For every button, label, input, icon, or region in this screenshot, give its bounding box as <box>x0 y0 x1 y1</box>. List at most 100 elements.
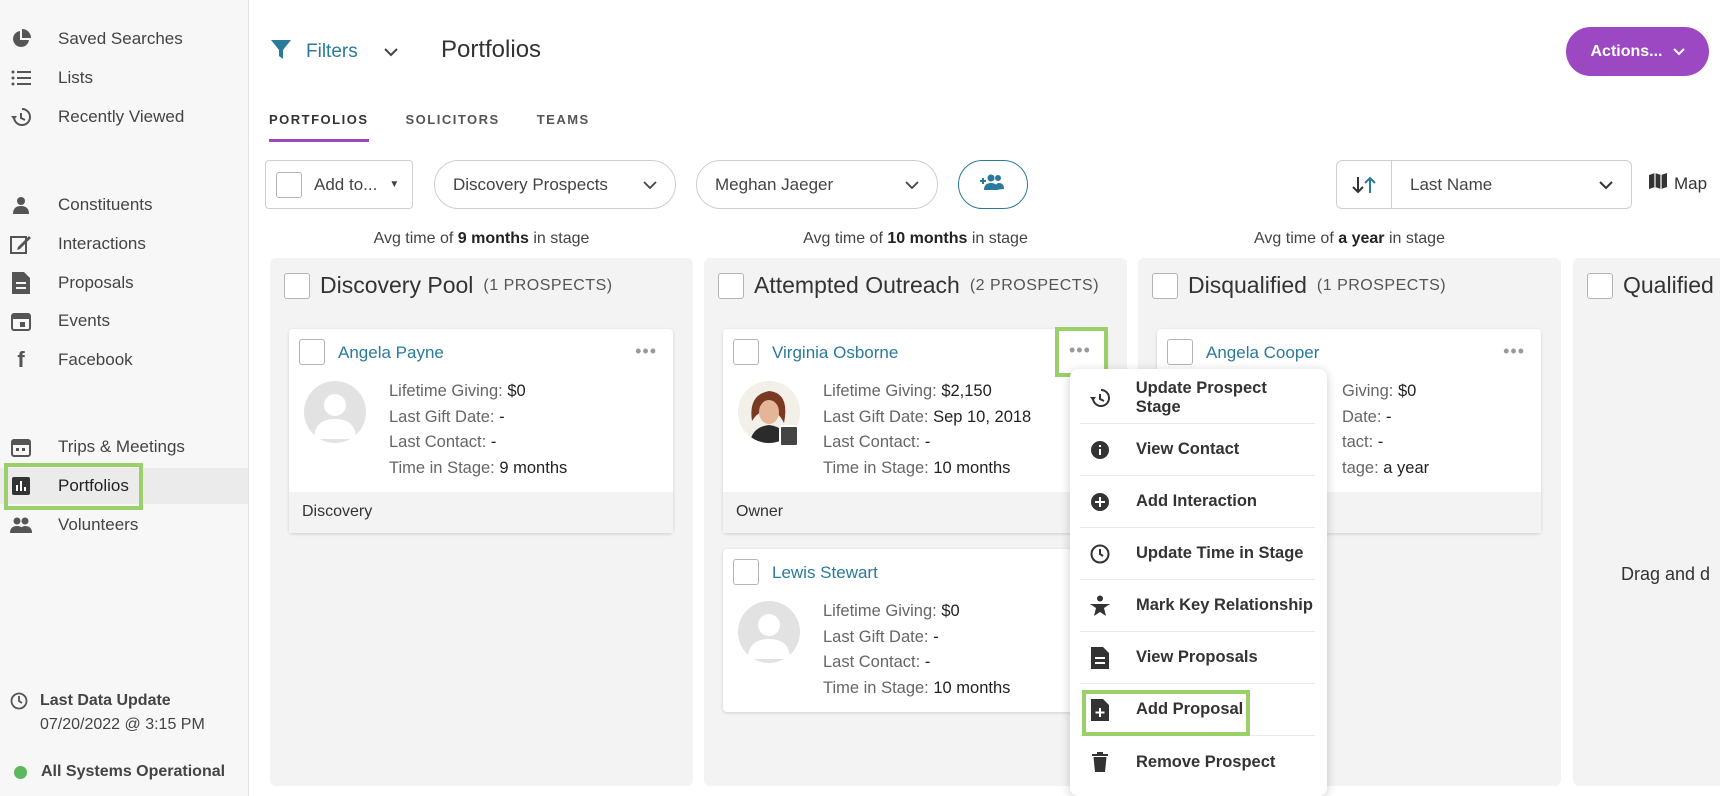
document-icon <box>10 272 32 294</box>
field-label: Last Contact: <box>823 653 921 671</box>
drag-drop-hint: Drag and d <box>1621 564 1711 584</box>
sidebar-item-saved-searches[interactable]: Saved Searches <box>0 21 248 57</box>
tab-solicitors[interactable]: SOLICITORS <box>406 112 500 142</box>
sidebar-item-facebook[interactable]: f Facebook <box>0 342 248 378</box>
prospect-name-link[interactable]: Angela Payne <box>338 343 444 363</box>
field-label: Time in Stage: <box>389 458 495 477</box>
select-all-checkbox[interactable] <box>276 171 302 198</box>
last-contact-value: - <box>490 433 497 451</box>
person-star-icon <box>1080 595 1120 617</box>
sidebar-item-portfolios[interactable]: Portfolios <box>0 468 248 504</box>
field-label: Lifetime Giving: <box>823 602 937 620</box>
menu-item-mark-key-relationship[interactable]: Mark Key Relationship <box>1080 580 1315 632</box>
avg-suffix: in stage <box>971 230 1028 247</box>
actions-button[interactable]: Actions... <box>1566 27 1709 76</box>
sidebar-item-label: Constituents <box>58 195 153 214</box>
status-dot-icon <box>14 765 27 779</box>
sidebar-item-lists[interactable]: Lists <box>0 60 248 96</box>
column-title: Discovery Pool <box>320 272 474 298</box>
avg-suffix: in stage <box>533 230 590 247</box>
column-select-checkbox[interactable] <box>1152 272 1178 299</box>
prospect-checkbox[interactable] <box>733 559 759 585</box>
sidebar-item-label: Facebook <box>58 350 133 369</box>
field-label: Last Contact: <box>823 433 921 451</box>
more-options-icon[interactable]: ••• <box>1503 341 1525 362</box>
menu-item-label: View Proposals <box>1136 648 1258 666</box>
solicitor-select-value: Meghan Jaeger <box>715 174 834 194</box>
prospect-name-link[interactable]: Virginia Osborne <box>772 343 898 363</box>
person-icon <box>10 194 32 216</box>
menu-item-remove-prospect[interactable]: Remove Prospect <box>1080 736 1315 788</box>
menu-item-update-prospect-stage[interactable]: Update Prospect Stage <box>1080 372 1315 424</box>
menu-item-label: Add Interaction <box>1136 492 1258 510</box>
sidebar-item-label: Volunteers <box>58 515 139 534</box>
sidebar-item-recently-viewed[interactable]: Recently Viewed <box>0 99 248 135</box>
menu-item-view-contact[interactable]: View Contact <box>1080 424 1315 476</box>
prospect-checkbox[interactable] <box>733 339 759 365</box>
field-label: Last Gift Date: <box>823 627 929 646</box>
menu-item-add-interaction[interactable]: Add Interaction <box>1080 476 1315 528</box>
last-gift-value: Sep 10, 2018 <box>933 407 1032 426</box>
map-view-button[interactable]: Map <box>1648 172 1707 195</box>
stage-column-attempted-outreach: Attempted Outreach (2 PROSPECTS) Virgini… <box>704 258 1127 786</box>
filters-toggle[interactable]: Filters <box>270 38 398 66</box>
sort-arrows-icon <box>1352 176 1376 193</box>
column-select-checkbox[interactable] <box>284 272 310 299</box>
last-update-value: 07/20/2022 @ 3:15 PM <box>40 716 205 733</box>
field-label: Last Gift Date: <box>823 407 929 426</box>
prospect-name-link[interactable]: Angela Cooper <box>1206 343 1319 363</box>
sidebar-item-volunteers[interactable]: Volunteers <box>0 507 248 543</box>
clock-icon <box>10 692 28 715</box>
add-to-menu[interactable]: Add to... ▼ <box>265 160 413 209</box>
sidebar-item-interactions[interactable]: Interactions <box>0 226 248 262</box>
sort-direction-button[interactable] <box>1337 161 1392 208</box>
menu-item-view-proposals[interactable]: View Proposals <box>1080 632 1315 684</box>
system-status[interactable]: All Systems Operational <box>10 763 225 781</box>
field-label: Giving: <box>1342 382 1394 400</box>
prospect-card[interactable]: Virginia Osborne Lifetime Giving: $2,150… <box>723 329 1107 533</box>
solicitor-select[interactable]: Meghan Jaeger <box>696 160 938 209</box>
column-select-checkbox[interactable] <box>1587 272 1613 299</box>
sidebar-item-label: Portfolios <box>58 476 129 495</box>
sidebar-item-constituents[interactable]: Constituents <box>0 187 248 223</box>
column-header: Attempted Outreach (2 PROSPECTS) <box>718 272 1099 299</box>
prospect-checkbox[interactable] <box>1167 339 1193 365</box>
stage-select[interactable]: Discovery Prospects <box>434 160 676 209</box>
avg-suffix: in stage <box>1388 230 1445 247</box>
tab-teams[interactable]: TEAMS <box>537 112 590 142</box>
sidebar-item-proposals[interactable]: Proposals <box>0 265 248 301</box>
menu-item-update-time-in-stage[interactable]: Update Time in Stage <box>1080 528 1315 580</box>
prospect-card[interactable]: Lewis Stewart Lifetime Giving: $0 Last G… <box>723 549 1107 712</box>
sidebar-item-label: Lists <box>58 68 93 87</box>
sidebar-item-trips-meetings[interactable]: Trips & Meetings <box>0 429 248 465</box>
add-team-members-button[interactable] <box>958 160 1028 209</box>
history-icon <box>1080 388 1120 408</box>
sidebar-item-label: Saved Searches <box>58 29 183 48</box>
tab-portfolios[interactable]: PORTFOLIOS <box>269 112 369 142</box>
menu-item-add-proposal[interactable]: Add Proposal <box>1080 684 1315 736</box>
prospect-card[interactable]: Angela Payne ••• Lifetime Giving: $0 Las… <box>289 329 673 533</box>
system-status-label: All Systems Operational <box>41 763 226 780</box>
avatar-photo <box>738 381 800 447</box>
prospect-checkbox[interactable] <box>299 339 325 365</box>
column-header: Disqualified (1 PROSPECTS) <box>1152 272 1446 299</box>
column-count: (2 PROSPECTS) <box>969 276 1100 294</box>
column-header: Qualified <box>1587 272 1714 299</box>
column-title: Disqualified <box>1188 272 1307 298</box>
list-icon <box>10 67 32 89</box>
column-select-checkbox[interactable] <box>718 272 744 299</box>
avatar-placeholder <box>304 381 366 443</box>
sort-select[interactable]: Last Name <box>1392 175 1631 195</box>
lifetime-giving-value: $0 <box>1397 382 1417 400</box>
card-footer: Owner <box>723 492 1107 533</box>
last-gift-value: - <box>933 627 939 646</box>
edit-icon <box>10 233 32 255</box>
field-label: Time in Stage: <box>823 678 929 697</box>
time-in-stage-value: 10 months <box>933 458 1011 477</box>
last-gift-value: - <box>1386 407 1392 426</box>
card-footer: Discovery <box>289 492 673 533</box>
sidebar-item-events[interactable]: Events <box>0 303 248 339</box>
more-options-icon[interactable]: ••• <box>635 341 657 362</box>
prospect-name-link[interactable]: Lewis Stewart <box>772 563 878 583</box>
last-contact-value: - <box>924 433 931 451</box>
